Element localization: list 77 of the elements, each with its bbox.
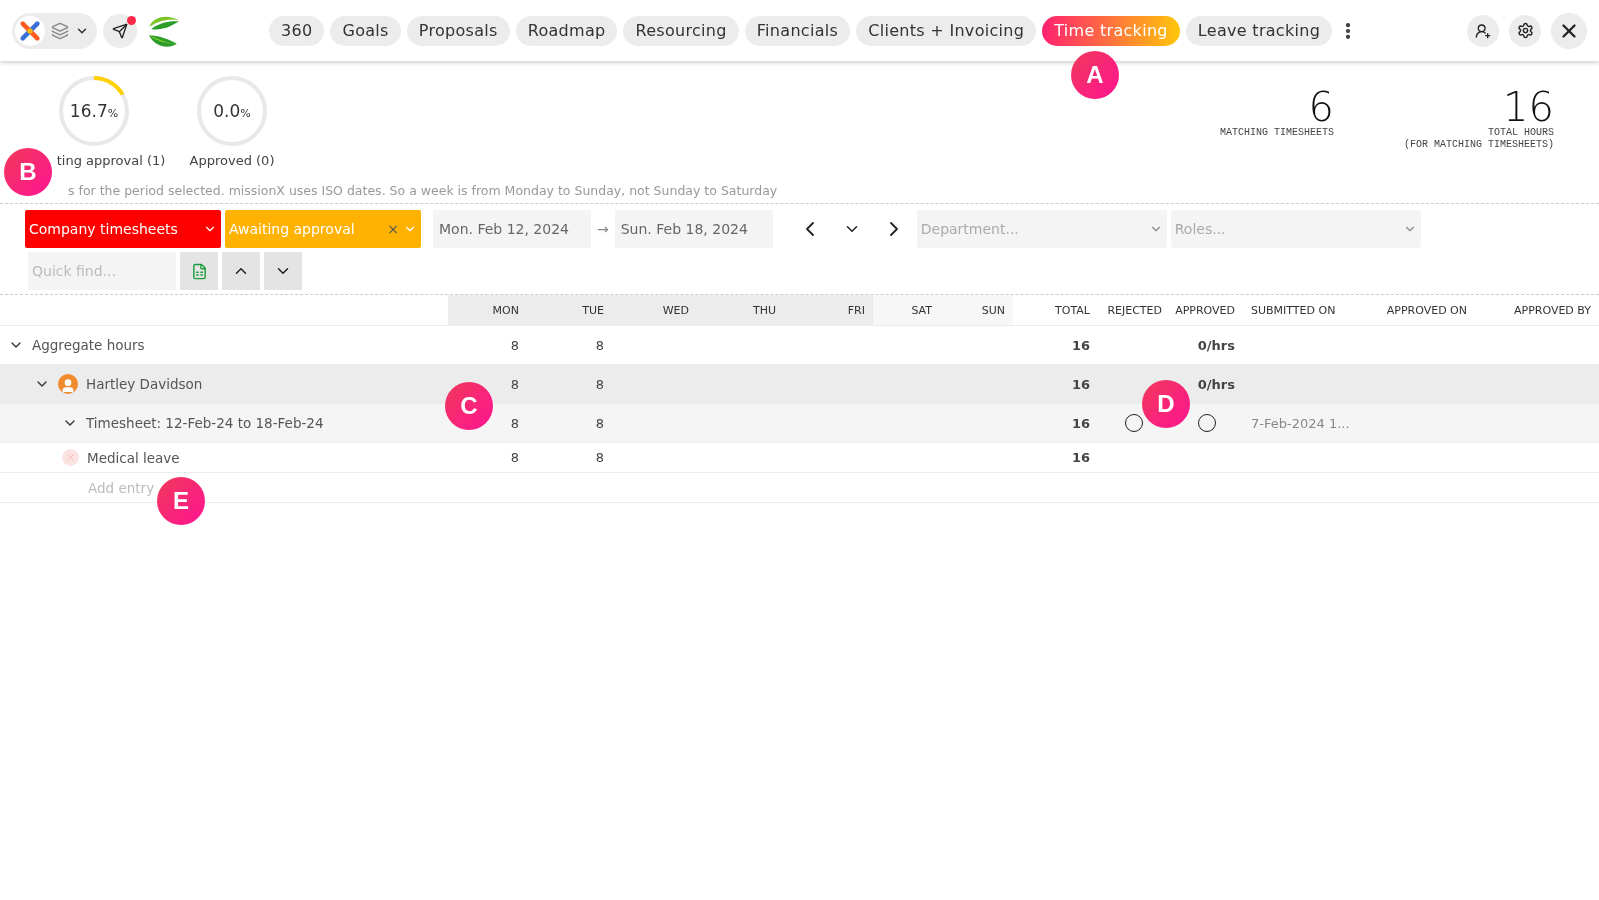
send-button[interactable]: [103, 13, 137, 48]
workspace-switcher[interactable]: [12, 12, 97, 49]
add-user-icon: [1475, 22, 1491, 39]
table-cell: 8: [510, 450, 519, 465]
progress-ring: [58, 75, 130, 147]
column-header: SAT: [911, 303, 932, 317]
nav-tab[interactable]: 360: [269, 15, 325, 46]
scope-select[interactable]: Company timesheets: [25, 210, 221, 248]
callout-marker: B: [4, 148, 52, 196]
table-cell: 7-Feb-2024 1...: [1251, 415, 1350, 431]
callout-marker: E: [157, 477, 205, 525]
nav-tab[interactable]: Resourcing: [623, 15, 739, 46]
column-header: SUN: [981, 303, 1005, 317]
table-cell: 16: [1071, 450, 1090, 465]
chevron-right-icon: [889, 222, 898, 236]
status-select[interactable]: Awaiting approval ×: [225, 210, 421, 248]
range-arrow: →: [597, 221, 609, 237]
avatar-icon: [58, 374, 78, 394]
spreadsheet-icon: [190, 262, 208, 280]
stat-sublabel: (FOR MATCHING TIMESHEETS): [1403, 139, 1554, 151]
nav-tab[interactable]: Clients + Invoicing: [856, 15, 1037, 46]
settings-button[interactable]: [1509, 14, 1541, 47]
column-header: APPROVED: [1175, 303, 1235, 317]
callout-marker: A: [1071, 51, 1119, 99]
stat-label: MATCHING TIMESHEETS: [1219, 127, 1334, 139]
column-header: APPROVED BY: [1514, 303, 1591, 317]
app-logo[interactable]: [19, 19, 41, 42]
column-header: SUBMITTED ON: [1251, 303, 1336, 317]
table-cell: 8: [595, 415, 604, 431]
layers-icon: [51, 21, 69, 40]
table-cell: 0/hrs: [1197, 337, 1235, 353]
nav-tab[interactable]: Proposals: [406, 15, 510, 46]
row-label: Timesheet: 12-Feb-24 to 18-Feb-24: [86, 415, 324, 431]
nav-tab[interactable]: Leave tracking: [1185, 15, 1333, 46]
column-header: TUE: [582, 303, 604, 317]
table-cell: 8: [510, 337, 519, 353]
column-header: TOTAL: [1055, 303, 1090, 317]
stat-value: 16: [1503, 87, 1554, 127]
row-label: Aggregate hours: [32, 337, 145, 353]
start-date-field[interactable]: Mon. Feb 12, 2024: [433, 210, 591, 248]
table-cell: 0/hrs: [1197, 376, 1235, 392]
table-cell: 16: [1071, 415, 1090, 431]
table-cell: 8: [510, 415, 519, 431]
nav-tab[interactable]: Financials: [744, 15, 851, 46]
info-note: s for the period selected. missionX uses ISO dates. So a week is from Monday to Sunday, not Sunday to Saturday: [68, 183, 778, 198]
nav-tab[interactable]: Time tracking: [1042, 15, 1180, 46]
table-cell: 8: [595, 337, 604, 353]
column-header: APPROVED ON: [1386, 303, 1467, 317]
quick-find-field[interactable]: Quick find...: [28, 252, 176, 290]
stat-label: TOTAL HOURS: [1488, 127, 1554, 139]
row-label: Hartley Davidson: [86, 376, 203, 392]
clear-button[interactable]: ×: [387, 221, 399, 237]
chevron-left-icon: [805, 222, 814, 236]
percentage-value: 0.0%: [213, 101, 251, 121]
column-header: REJECTED: [1107, 303, 1162, 317]
table-cell: 8: [595, 450, 604, 465]
percentage-value: 16.7%: [69, 101, 119, 121]
stat-value: 6: [1308, 87, 1334, 127]
add-user-button[interactable]: [1467, 14, 1499, 47]
nav-tab[interactable]: Goals: [330, 15, 401, 46]
row-label: Medical leave: [87, 449, 180, 466]
gauge-label: Approved (0): [189, 153, 275, 168]
paper-plane-icon: [112, 22, 128, 39]
column-header: FRI: [847, 303, 865, 317]
table-cell: 8: [595, 376, 604, 392]
settings-icon: [1516, 22, 1534, 39]
table-cell: 16: [1071, 337, 1090, 353]
end-date-field[interactable]: Sun. Feb 18, 2024: [614, 210, 773, 248]
column-header: THU: [752, 303, 776, 317]
nav-tab[interactable]: Roadmap: [515, 15, 618, 46]
close-button[interactable]: [1551, 12, 1587, 49]
export-button[interactable]: [180, 252, 218, 290]
gauge-label: ting approval (1): [56, 153, 166, 168]
column-header: MON: [492, 303, 519, 317]
table-cell: 8: [510, 376, 519, 392]
column-header: WED: [662, 303, 689, 317]
table-cell: 16: [1071, 376, 1090, 392]
